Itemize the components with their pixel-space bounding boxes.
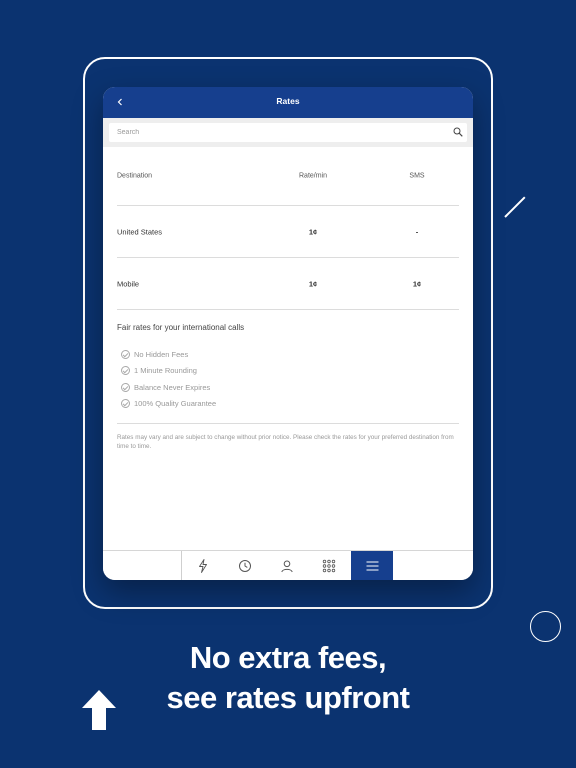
search-input[interactable] <box>109 123 467 142</box>
menu-icon <box>366 561 378 571</box>
divider <box>117 423 459 424</box>
grid-icon <box>322 559 336 573</box>
tab-bar <box>103 550 473 580</box>
sms-cell: 1¢ <box>412 279 422 288</box>
tab-contacts[interactable] <box>266 551 308 580</box>
app-screen: Rates Destination Rate/min SMS United St… <box>103 87 473 580</box>
tab-history[interactable] <box>224 551 266 580</box>
feature-list: No Hidden Fees 1 Minute Rounding Balance… <box>121 346 216 412</box>
table-row[interactable]: United States 1¢ - <box>117 206 459 258</box>
list-item: No Hidden Fees <box>121 346 216 363</box>
tab-keypad[interactable] <box>308 551 350 580</box>
person-icon <box>281 560 293 573</box>
rates-table: Destination Rate/min SMS United States 1… <box>117 147 459 310</box>
feature-label: 100% Quality Guarantee <box>134 399 217 409</box>
feature-label: Balance Never Expires <box>134 382 211 392</box>
table-row[interactable]: Mobile 1¢ 1¢ <box>117 258 459 310</box>
destination-cell: United States <box>117 227 163 236</box>
list-item: 1 Minute Rounding <box>121 363 216 380</box>
rate-cell: 1¢ <box>308 279 318 288</box>
table-header: Destination Rate/min SMS <box>117 147 459 206</box>
arrow-up-icon <box>82 690 116 730</box>
feature-label: No Hidden Fees <box>134 349 189 359</box>
check-circle-icon <box>121 366 130 376</box>
lightning-icon <box>199 559 207 573</box>
sms-cell: - <box>415 227 419 236</box>
promo-headline-line1: No extra fees, <box>189 640 387 675</box>
disclaimer-text: Rates may vary and are subject to change… <box>117 434 454 450</box>
destination-cell: Mobile <box>117 279 140 288</box>
check-circle-icon <box>121 349 130 359</box>
column-header-rate: Rate/min <box>299 172 328 180</box>
decorative-circle <box>530 611 561 642</box>
list-item: Balance Never Expires <box>121 379 216 396</box>
clock-icon <box>239 560 251 572</box>
tab-menu[interactable] <box>351 551 393 580</box>
page-title: Rates <box>276 96 300 106</box>
info-heading: Fair rates for your international calls <box>117 323 245 332</box>
rate-cell: 1¢ <box>308 227 318 236</box>
search-icon[interactable] <box>453 127 463 137</box>
list-item: 100% Quality Guarantee <box>121 396 216 413</box>
top-bar: Rates <box>103 87 473 118</box>
check-circle-icon <box>121 382 130 392</box>
feature-label: 1 Minute Rounding <box>134 366 197 376</box>
check-circle-icon <box>121 399 130 409</box>
column-header-destination: Destination <box>117 172 153 180</box>
decorative-line <box>504 196 526 218</box>
tab-topup[interactable] <box>182 551 224 580</box>
column-header-sms: SMS <box>409 172 425 180</box>
search-bar <box>103 118 473 147</box>
